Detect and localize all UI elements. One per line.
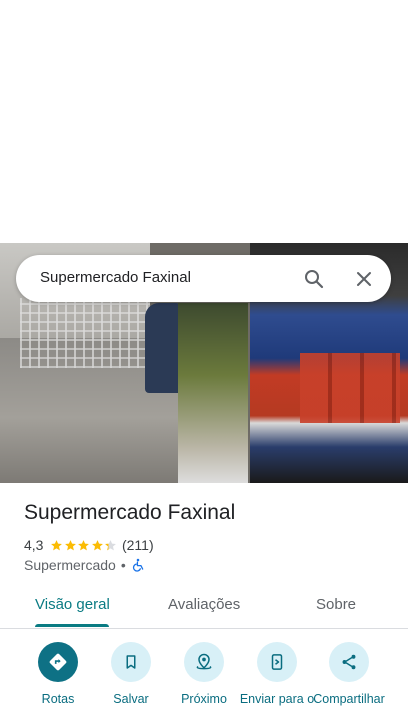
tab-overview[interactable]: Visão geral bbox=[35, 596, 110, 613]
category-row: Supermercado • bbox=[24, 556, 145, 574]
review-count[interactable]: (211) bbox=[122, 537, 154, 553]
share-label: Compartilhar bbox=[313, 692, 385, 706]
active-tab-indicator bbox=[35, 624, 109, 627]
close-icon[interactable] bbox=[352, 267, 376, 291]
share-button[interactable]: Compartilhar bbox=[309, 642, 389, 706]
search-bar[interactable]: Supermercado Faxinal bbox=[16, 255, 391, 302]
directions-label: Rotas bbox=[41, 692, 75, 706]
star-icon bbox=[64, 539, 77, 552]
wheelchair-accessible-icon bbox=[131, 558, 145, 572]
star-icon bbox=[50, 539, 63, 552]
search-query[interactable]: Supermercado Faxinal bbox=[40, 269, 191, 286]
nearby-icon[interactable] bbox=[184, 642, 224, 682]
separator-dot: • bbox=[120, 557, 126, 573]
photo-rack bbox=[178, 303, 248, 483]
share-icon[interactable] bbox=[329, 642, 369, 682]
send-to-phone-icon[interactable] bbox=[257, 642, 297, 682]
photo-shelf-boxes bbox=[300, 353, 400, 423]
rating-stars bbox=[50, 539, 118, 552]
rating-row[interactable]: 4,3 (211) bbox=[24, 536, 154, 554]
save-button[interactable]: Salvar bbox=[91, 642, 171, 706]
send-to-phone-button[interactable]: Enviar para o bbox=[237, 642, 317, 706]
place-category: Supermercado bbox=[24, 557, 116, 573]
bookmark-icon[interactable] bbox=[111, 642, 151, 682]
tab-reviews[interactable]: Avaliações bbox=[168, 596, 240, 613]
directions-icon[interactable] bbox=[38, 642, 78, 682]
star-icon bbox=[104, 539, 117, 552]
action-bar: Rotas Salvar Próximo Enviar para o Compa… bbox=[0, 640, 408, 726]
send-to-phone-label: Enviar para o bbox=[239, 692, 315, 706]
tab-about[interactable]: Sobre bbox=[316, 596, 356, 613]
rating-value: 4,3 bbox=[24, 537, 44, 553]
nearby-label: Próximo bbox=[181, 692, 227, 706]
save-label: Salvar bbox=[113, 692, 149, 706]
star-icon bbox=[91, 539, 104, 552]
place-title: Supermercado Faxinal bbox=[24, 501, 236, 524]
star-icon bbox=[77, 539, 90, 552]
photo-carts bbox=[20, 298, 150, 368]
search-icon[interactable] bbox=[302, 267, 326, 291]
nearby-button[interactable]: Próximo bbox=[164, 642, 244, 706]
directions-button[interactable]: Rotas bbox=[18, 642, 98, 706]
tab-bar: Visão geral Avaliações Sobre bbox=[0, 584, 408, 629]
